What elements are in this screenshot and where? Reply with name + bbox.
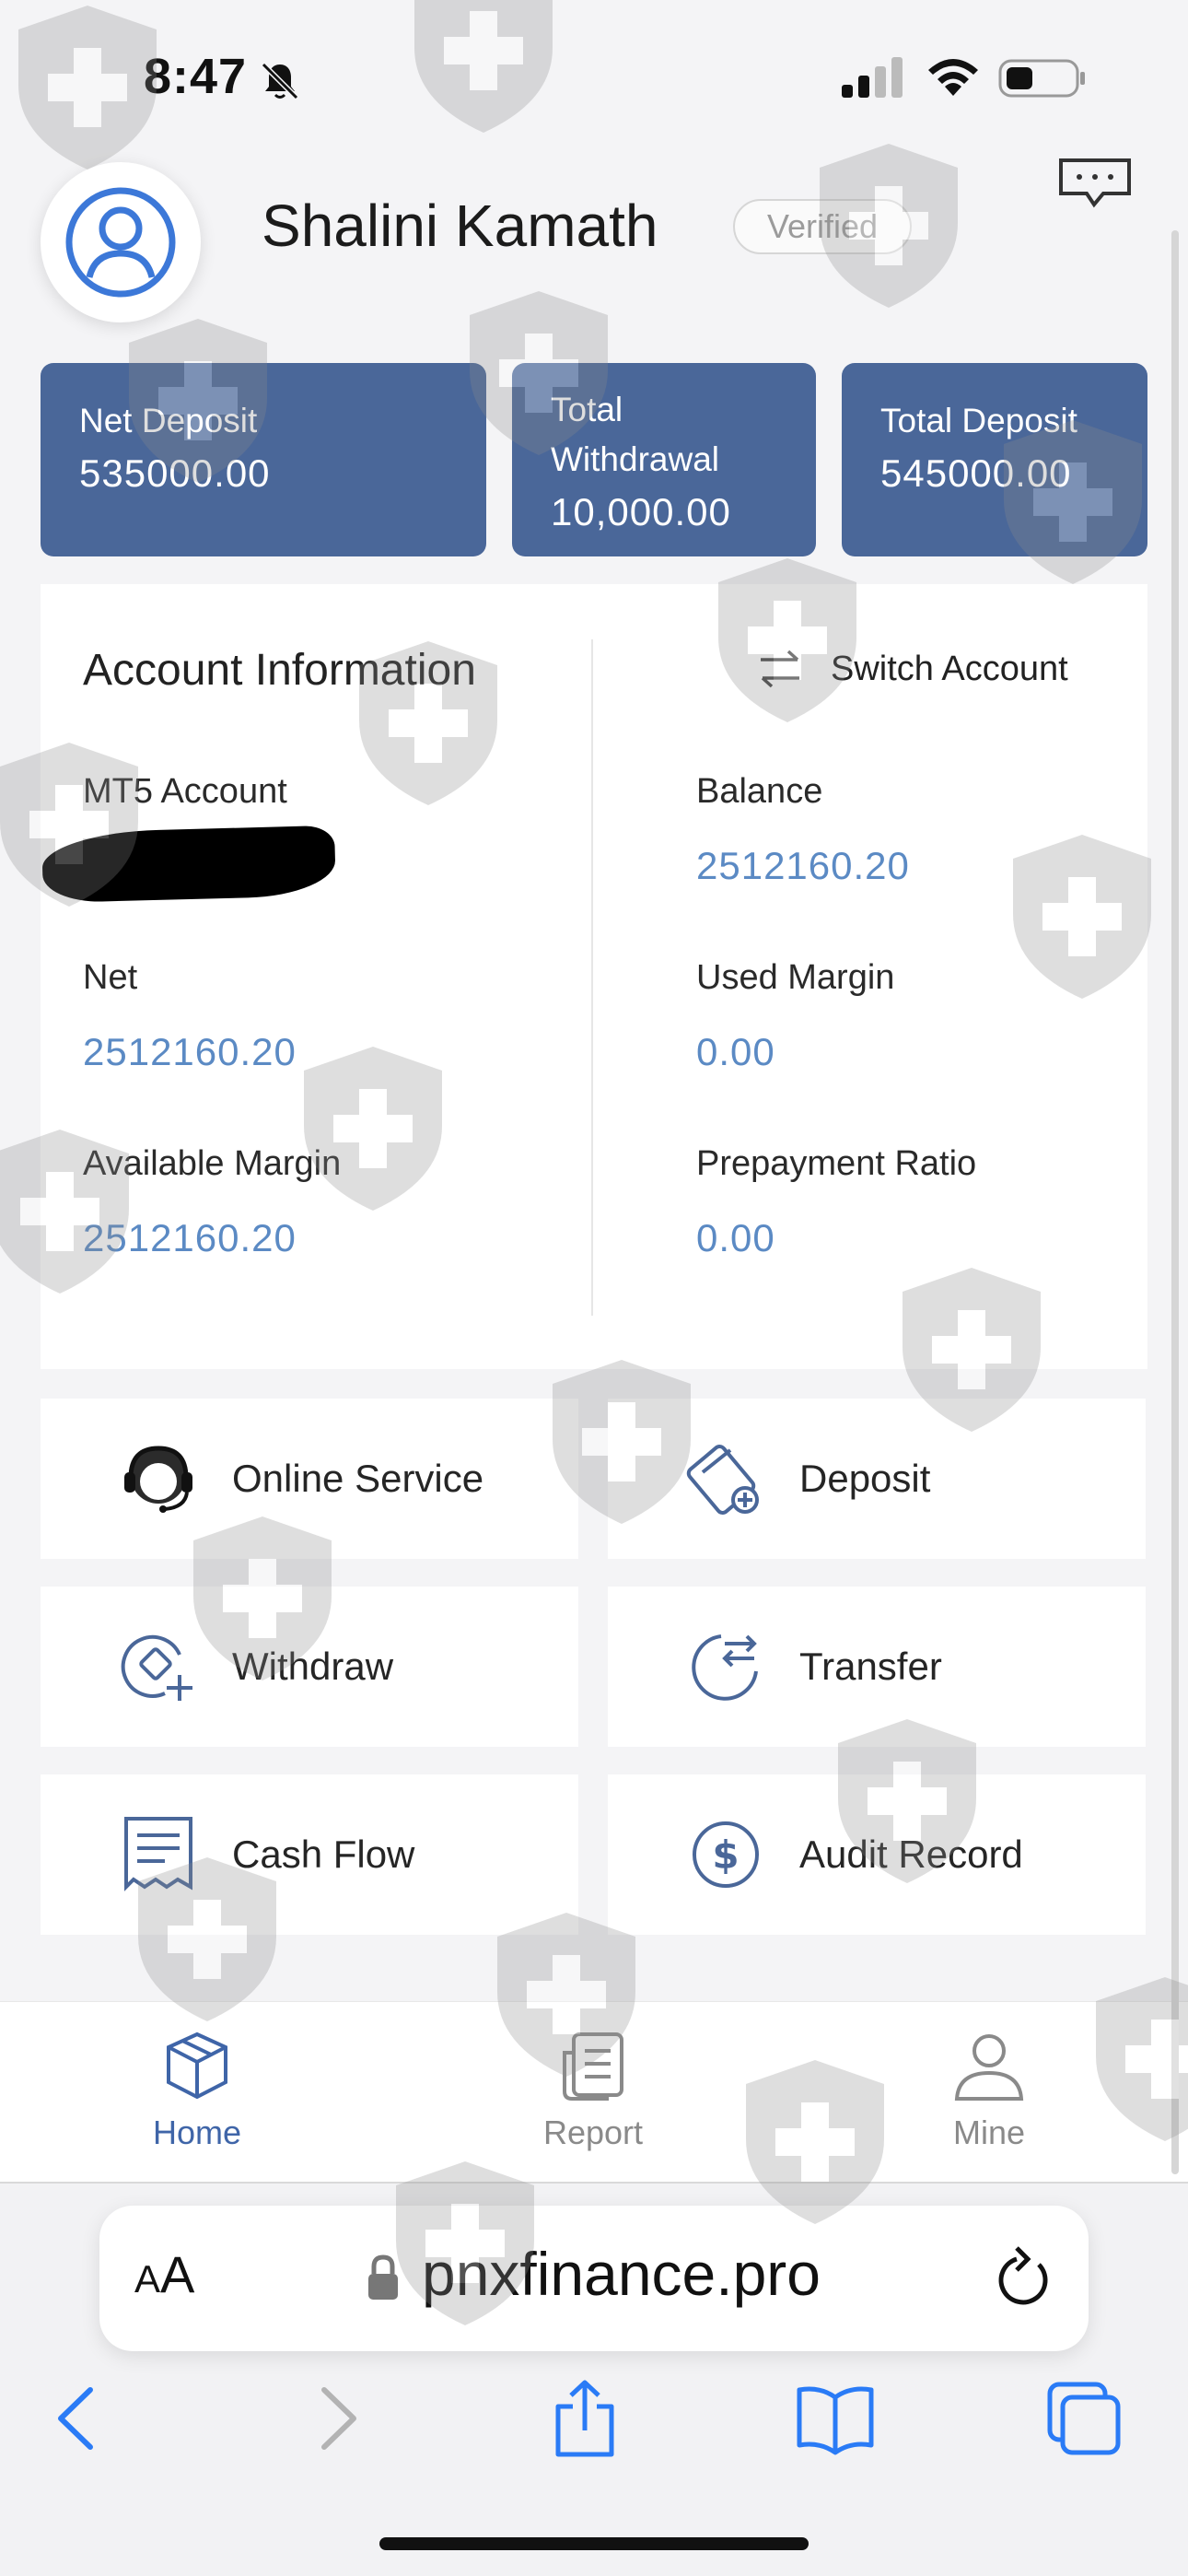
audit-record-button[interactable]: $ Audit Record — [608, 1774, 1146, 1935]
stat-value: 535000.00 — [79, 451, 271, 495]
stat-label: Total Withdrawal — [551, 391, 719, 478]
user-name: Shalini Kamath — [262, 193, 658, 259]
switch-account-label: Switch Account — [831, 649, 1068, 688]
account-info-title: Account Information — [83, 646, 476, 695]
avatar[interactable] — [41, 162, 201, 322]
document-icon — [563, 2032, 623, 2101]
deposit-button[interactable]: Deposit — [608, 1399, 1146, 1559]
available-margin-label: Available Margin — [83, 1144, 342, 1183]
cash-flow-label: Cash Flow — [232, 1832, 415, 1876]
deposit-label: Deposit — [799, 1457, 931, 1500]
tab-report-label: Report — [542, 2113, 644, 2151]
transfer-icon — [692, 1634, 758, 1701]
reload-icon[interactable] — [995, 2244, 1054, 2311]
tab-home-label: Home — [152, 2113, 242, 2151]
stat-label: Total Deposit — [880, 402, 1077, 439]
silent-bell-icon — [261, 62, 299, 100]
available-margin-value: 2512160.20 — [83, 1216, 297, 1259]
lock-icon — [368, 2254, 398, 2300]
total-withdrawal-card: Total Withdrawal 10,000.00 — [512, 363, 816, 556]
forward-icon[interactable] — [295, 2377, 378, 2460]
panel-divider — [591, 639, 593, 1316]
scrollbar[interactable] — [1171, 230, 1179, 2174]
stat-label: Net Deposit — [79, 402, 258, 439]
prepayment-ratio-label: Prepayment Ratio — [696, 1144, 977, 1183]
user-avatar-icon — [65, 187, 176, 298]
online-service-label: Online Service — [232, 1457, 484, 1500]
stat-value: 10,000.00 — [551, 490, 731, 533]
mt5-account-label: MT5 Account — [83, 772, 287, 811]
person-icon — [954, 2034, 1024, 2101]
stat-value: 545000.00 — [880, 451, 1072, 495]
used-margin-value: 0.00 — [696, 1030, 775, 1073]
chat-icon[interactable] — [1057, 157, 1133, 214]
watermark-shield-icon — [18, 6, 157, 170]
card-plus-icon — [686, 1445, 759, 1515]
home-indicator — [379, 2537, 809, 2550]
swap-arrows-icon — [761, 650, 799, 688]
dollar-circle-icon: $ — [693, 1821, 759, 1888]
balance-value: 2512160.20 — [696, 844, 910, 887]
switch-account-button[interactable]: Switch Account — [757, 641, 1068, 697]
aa-small: A — [134, 2257, 161, 2301]
receipt-icon — [124, 1817, 192, 1891]
verified-badge: Verified — [733, 199, 912, 254]
watermark-shield-icon — [414, 0, 553, 133]
status-time: 8:47 — [144, 49, 248, 104]
transfer-label: Transfer — [799, 1645, 942, 1688]
cellular-signal-icon — [842, 57, 903, 98]
aa-large: A — [160, 2245, 195, 2303]
tab-home[interactable]: Home — [96, 2027, 298, 2152]
share-icon[interactable] — [543, 2377, 626, 2460]
wifi-icon — [928, 59, 978, 96]
svg-text:$: $ — [712, 1832, 739, 1878]
withdraw-label: Withdraw — [232, 1645, 394, 1688]
withdraw-icon — [121, 1634, 192, 1701]
net-label: Net — [83, 958, 138, 997]
tab-mine-label: Mine — [952, 2113, 1026, 2151]
online-service-button[interactable]: Online Service — [41, 1399, 578, 1559]
tabs-icon[interactable] — [1042, 2377, 1125, 2460]
bookmarks-icon[interactable] — [794, 2377, 877, 2460]
tab-mine[interactable]: Mine — [888, 2027, 1090, 2152]
prepayment-ratio-value: 0.00 — [696, 1216, 775, 1259]
back-icon[interactable] — [37, 2377, 120, 2460]
reader-aa-button[interactable]: AA — [134, 2244, 194, 2304]
used-margin-label: Used Margin — [696, 958, 895, 997]
net-deposit-card: Net Deposit 535000.00 — [41, 363, 486, 556]
cash-flow-button[interactable]: Cash Flow — [41, 1774, 578, 1935]
headset-icon — [124, 1446, 192, 1513]
net-value: 2512160.20 — [83, 1030, 297, 1073]
audit-record-label: Audit Record — [799, 1832, 1023, 1876]
total-deposit-card: Total Deposit 545000.00 — [842, 363, 1147, 556]
url-text: pnxfinance.pro — [422, 2240, 821, 2308]
transfer-button[interactable]: Transfer — [608, 1587, 1146, 1747]
battery-icon — [998, 59, 1085, 98]
balance-label: Balance — [696, 772, 823, 811]
box-icon — [167, 2032, 227, 2100]
withdraw-button[interactable]: Withdraw — [41, 1587, 578, 1747]
tab-report[interactable]: Report — [492, 2027, 694, 2152]
